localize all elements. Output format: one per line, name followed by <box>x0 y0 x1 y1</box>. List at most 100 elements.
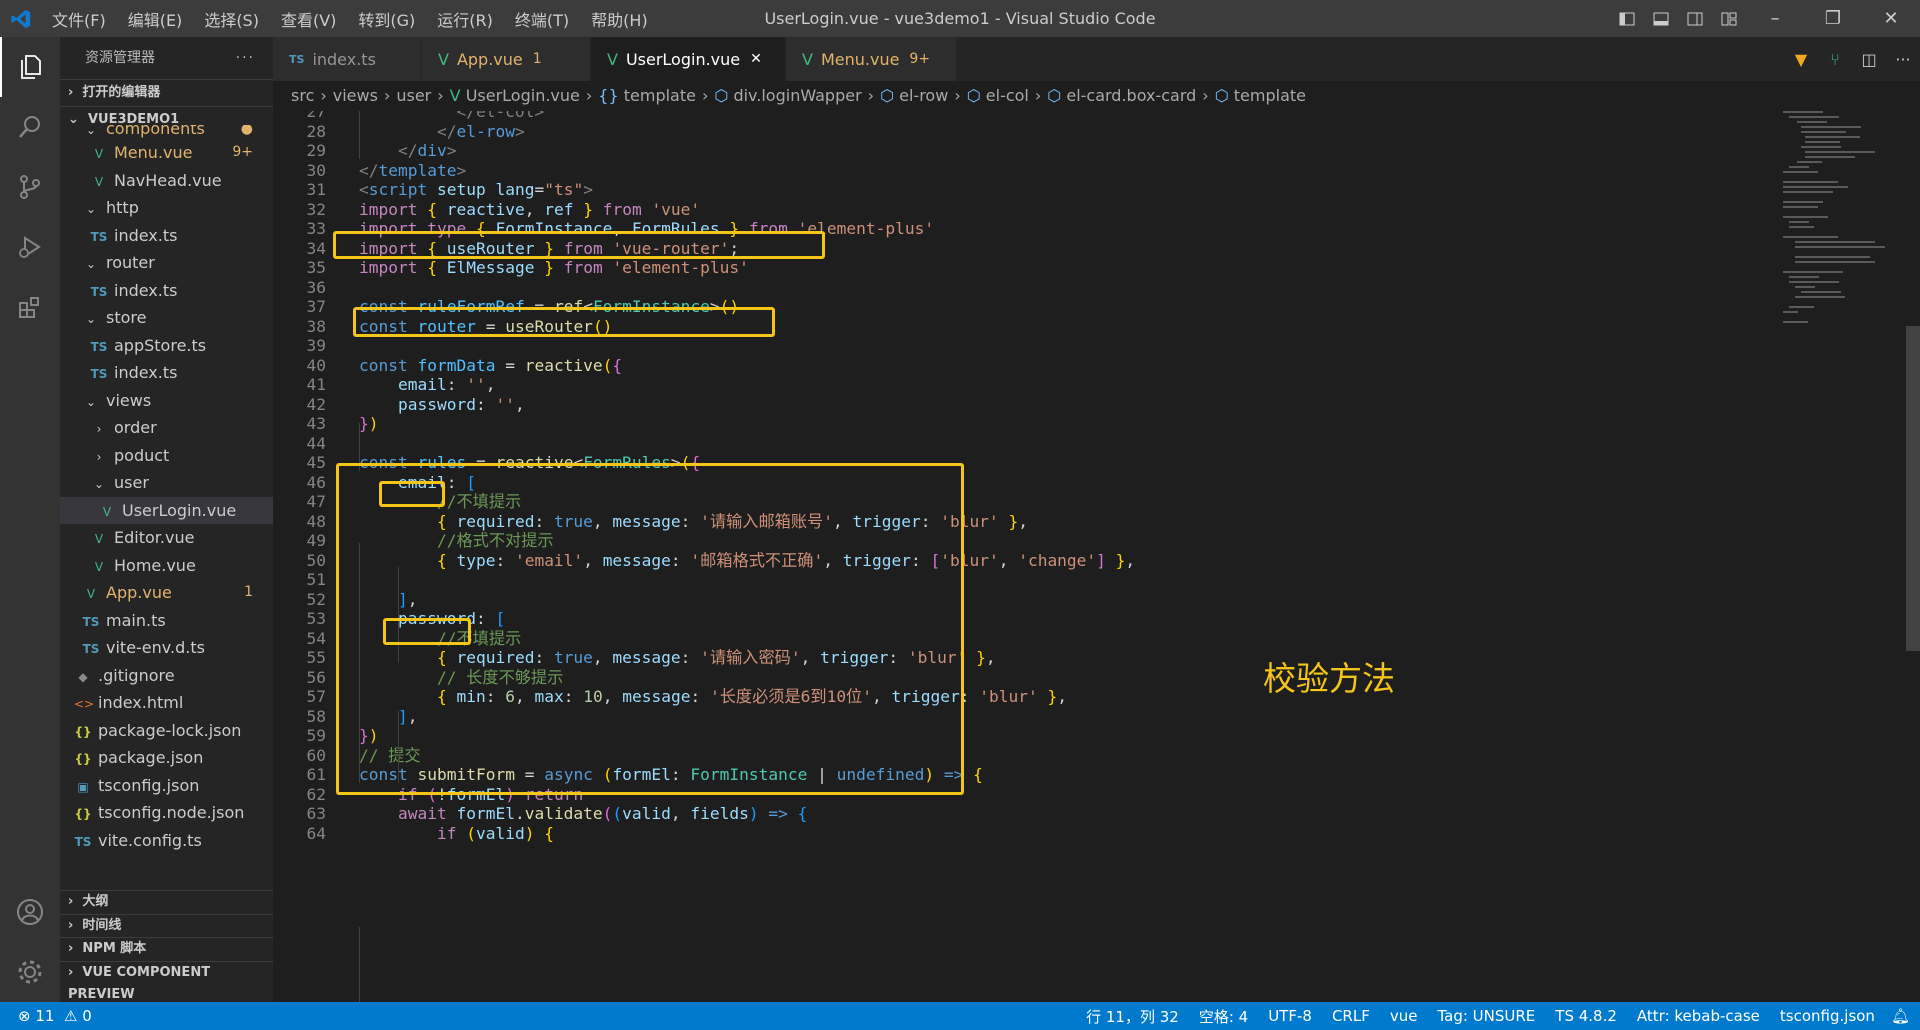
html-file-icon: <> <box>74 697 95 711</box>
tree-item[interactable]: V UserLogin.vue <box>60 496 273 524</box>
tree-item[interactable]: V Editor.vue <box>60 524 273 552</box>
tree-item[interactable]: TS vite.config.ts <box>60 827 273 855</box>
menu-item[interactable]: 转到(G) <box>358 7 415 31</box>
tree-item[interactable]: TS appStore.ts <box>60 332 273 360</box>
customize-layout-icon[interactable] <box>1712 0 1746 37</box>
sidebar-section[interactable]: › NPM 脚本 <box>60 937 273 961</box>
breadcrumb-item[interactable]: el-row <box>899 86 948 105</box>
tree-item[interactable]: <> index.html <box>60 689 273 717</box>
close-window-icon[interactable]: ✕ <box>1862 0 1920 37</box>
close-tab-icon[interactable]: ✕ <box>750 51 762 67</box>
tree-item[interactable]: ⌄ http <box>60 194 273 222</box>
menu-item[interactable]: 终端(T) <box>515 7 569 31</box>
template-icon: {} <box>598 86 624 105</box>
chevron-right-icon: › <box>437 86 444 105</box>
editor-tab[interactable]: V UserLogin.vue ✕ <box>591 37 786 81</box>
tree-item[interactable]: V App.vue 1 <box>60 579 273 607</box>
account-icon[interactable] <box>0 882 60 942</box>
tree-item[interactable]: TS vite-env.d.ts <box>60 634 273 662</box>
tree-item[interactable]: TS index.ts <box>60 359 273 387</box>
settings-gear-icon[interactable] <box>0 942 60 1002</box>
status-item[interactable]: 空格: 4 <box>1199 1006 1248 1027</box>
chevron-right-icon: › <box>68 941 74 956</box>
tree-item[interactable]: ▣ tsconfig.json <box>60 772 273 800</box>
toggle-sidebar-icon[interactable] <box>1610 0 1644 37</box>
code-text: </el-col> <box>359 111 545 121</box>
minimap[interactable] <box>1783 111 1893 331</box>
status-item[interactable]: CRLF <box>1332 1007 1370 1025</box>
status-item[interactable]: Tag: UNSURE <box>1437 1007 1535 1025</box>
status-item[interactable]: vue <box>1390 1007 1418 1025</box>
tree-item[interactable]: ⌄ components ● <box>60 125 273 139</box>
sidebar-section[interactable]: › VUE COMPONENT PREVIEW <box>60 960 273 1002</box>
sidebar-section[interactable]: › 大纲 <box>60 890 273 914</box>
tree-item[interactable]: › order <box>60 414 273 442</box>
menu-item[interactable]: 文件(F) <box>52 7 106 31</box>
tree-item[interactable]: TS index.ts <box>60 277 273 305</box>
tree-item[interactable]: ⌄ user <box>60 469 273 497</box>
tree-item[interactable]: ⌄ views <box>60 387 273 415</box>
editor-tab[interactable]: TS index.ts <box>273 37 422 81</box>
source-control-icon[interactable] <box>0 157 60 217</box>
breadcrumb-item[interactable]: template <box>624 86 696 105</box>
breadcrumb-item[interactable]: views <box>333 86 378 105</box>
run-debug-icon[interactable] <box>0 217 60 277</box>
status-item[interactable]: tsconfig.json <box>1780 1007 1875 1025</box>
tree-item[interactable]: V NavHead.vue <box>60 167 273 195</box>
split-preview-icon[interactable]: ⑂ <box>1818 50 1852 69</box>
annotation-text: 校验方法 <box>1263 659 1395 698</box>
status-item[interactable]: UTF-8 <box>1268 1007 1312 1025</box>
problems-indicator[interactable]: ⊗ 11 ⚠ 0 <box>18 1002 92 1030</box>
code-editor[interactable]: 64 if (valid) {63 await formEl.validate(… <box>273 111 1893 1002</box>
menu-item[interactable]: 选择(S) <box>204 7 259 31</box>
editor-tab[interactable]: V App.vue 1 <box>422 37 591 81</box>
menu-item[interactable]: 查看(V) <box>281 7 336 31</box>
tree-item[interactable]: {} tsconfig.node.json <box>60 799 273 827</box>
explorer-icon[interactable] <box>0 37 60 97</box>
breadcrumb-item[interactable]: template <box>1234 86 1306 105</box>
sidebar-section[interactable]: › 时间线 <box>60 913 273 938</box>
menu-item[interactable]: 运行(R) <box>437 7 493 31</box>
scrollbar-thumb[interactable] <box>1906 326 1920 651</box>
typescript-file-icon: TS <box>90 339 108 354</box>
warning-count: 0 <box>82 1007 92 1025</box>
split-editor-icon[interactable]: ◫ <box>1852 50 1886 69</box>
tree-item[interactable]: › poduct <box>60 442 273 470</box>
toggle-secondary-sidebar-icon[interactable] <box>1678 0 1712 37</box>
notification-bell-icon[interactable]: 🔔︎ <box>1891 1007 1910 1025</box>
tree-item[interactable]: TS index.ts <box>60 222 273 250</box>
tree-item[interactable]: ⌄ router <box>60 249 273 277</box>
tree-item[interactable]: V Home.vue <box>60 552 273 580</box>
toggle-panel-icon[interactable] <box>1644 0 1678 37</box>
restore-icon[interactable]: ❐ <box>1804 0 1862 37</box>
tree-item[interactable]: {} package.json <box>60 744 273 772</box>
tree-item[interactable]: ◆ .gitignore <box>60 662 273 690</box>
open-editors-section[interactable]: › 打开的编辑器 <box>60 79 273 106</box>
menu-item[interactable]: 编辑(E) <box>128 7 183 31</box>
breadcrumb-item[interactable]: user <box>396 86 431 105</box>
breadcrumb-item[interactable]: el-col <box>986 86 1029 105</box>
tree-item[interactable]: ⌄ store <box>60 304 273 332</box>
tree-item[interactable]: {} package-lock.json <box>60 717 273 745</box>
breadcrumb-item[interactable]: div.loginWapper <box>733 86 861 105</box>
tree-item-label: router <box>106 253 155 272</box>
search-icon[interactable] <box>0 97 60 157</box>
breadcrumb-item[interactable]: el-card.box-card <box>1066 86 1196 105</box>
more-actions-icon[interactable]: ··· <box>236 37 255 79</box>
minimize-icon[interactable]: – <box>1746 0 1804 37</box>
tsconfig-file-icon: ▣ <box>77 779 89 794</box>
status-item[interactable]: 行 11，列 32 <box>1086 1006 1179 1027</box>
more-actions-icon[interactable]: ··· <box>1886 50 1920 69</box>
extensions-icon[interactable] <box>0 277 60 337</box>
menu-item[interactable]: 帮助(H) <box>591 7 648 31</box>
breadcrumb-item[interactable]: UserLogin.vue <box>466 86 580 105</box>
tree-item[interactable]: V Menu.vue 9+ <box>60 139 273 167</box>
status-item[interactable]: Attr: kebab-case <box>1637 1007 1760 1025</box>
tree-item[interactable]: TS main.ts <box>60 607 273 635</box>
editor-tab[interactable]: V Menu.vue 9+ <box>786 37 957 81</box>
vue-preview-icon[interactable]: ▼ <box>1784 50 1818 69</box>
status-item[interactable]: TS 4.8.2 <box>1555 1007 1617 1025</box>
vertical-scrollbar[interactable] <box>1906 111 1920 1002</box>
tree-item-badge: 9+ <box>232 144 253 160</box>
breadcrumb-item[interactable]: src <box>291 86 314 105</box>
